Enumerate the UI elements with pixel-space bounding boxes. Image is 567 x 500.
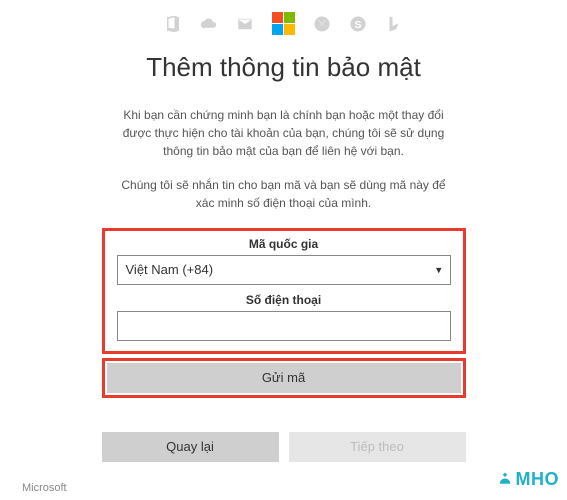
back-button[interactable]: Quay lại xyxy=(102,432,279,462)
highlighted-form-block: Mã quốc gia Việt Nam (+84) Số điện thoại xyxy=(102,228,466,354)
skype-icon: S xyxy=(349,15,367,33)
watermark: MHO xyxy=(496,469,560,490)
page-title: Thêm thông tin bảo mật xyxy=(74,51,494,84)
intro-paragraph-1: Khi bạn cần chứng minh bạn là chính bạn … xyxy=(74,106,494,160)
country-code-label: Mã quốc gia xyxy=(117,237,451,251)
watermark-icon xyxy=(496,471,514,489)
svg-text:S: S xyxy=(354,18,361,30)
footer-brand: Microsoft xyxy=(22,482,67,494)
office-icon xyxy=(164,15,182,33)
watermark-text: MHO xyxy=(516,469,560,490)
intro-paragraph-2: Chúng tôi sẽ nhắn tin cho bạn mã và bạn … xyxy=(74,176,494,212)
highlighted-send-button-wrap: Gửi mã xyxy=(102,358,466,398)
main-content: S Thêm thông tin bảo mật Khi bạn cần chứ… xyxy=(74,0,494,462)
send-code-button[interactable]: Gửi mã xyxy=(107,363,461,393)
xbox-icon xyxy=(313,15,331,33)
phone-number-input[interactable] xyxy=(117,311,451,341)
bing-icon xyxy=(385,15,403,33)
phone-number-label: Số điện thoại xyxy=(117,293,451,307)
country-code-value: Việt Nam (+84) xyxy=(126,262,214,277)
onedrive-icon xyxy=(200,15,218,33)
nav-buttons-row: Quay lại Tiếp theo xyxy=(102,432,466,462)
next-button: Tiếp theo xyxy=(289,432,466,462)
country-code-select[interactable]: Việt Nam (+84) xyxy=(117,255,451,285)
microsoft-logo-icon xyxy=(272,12,295,35)
outlook-icon xyxy=(236,15,254,33)
service-icons-row: S xyxy=(74,12,494,35)
